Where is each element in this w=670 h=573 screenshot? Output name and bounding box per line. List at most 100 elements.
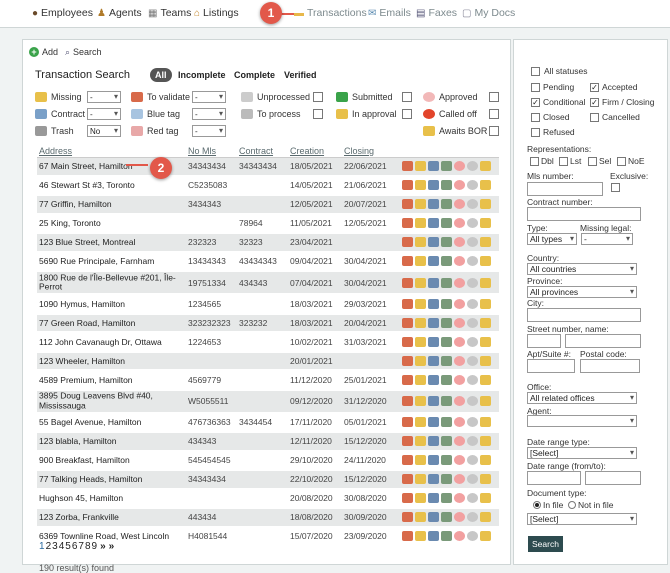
all-statuses-checkbox[interactable] (531, 67, 540, 76)
forward-icon[interactable] (428, 474, 439, 485)
table-row[interactable]: 112 John Cavanaugh Dr, Ottawa 1224653 10/0… (37, 334, 499, 351)
date-from-input[interactable] (527, 471, 581, 485)
nav-employees[interactable]: ● Employees (32, 7, 93, 19)
document-icon[interactable] (415, 374, 426, 385)
document-icon[interactable] (415, 396, 426, 406)
row-address[interactable]: 1090 Hymus, Hamilton (39, 299, 125, 309)
table-row[interactable]: 46 Stewart St #3, Toronto C5235083 14/05/2… (37, 177, 499, 194)
edit-icon[interactable] (480, 396, 491, 406)
date-type-select[interactable]: [Select] (527, 447, 637, 459)
edit-icon[interactable] (480, 474, 491, 485)
gift-icon[interactable] (402, 298, 413, 309)
representation-checkbox[interactable] (617, 157, 626, 166)
table-row[interactable]: 1090 Hymus, Hamilton 1234565 18/03/2021 29/… (37, 296, 499, 313)
trash-select[interactable]: No (87, 125, 121, 137)
print-icon[interactable] (441, 493, 452, 504)
status-icon[interactable] (454, 180, 465, 191)
edit-icon[interactable] (480, 298, 491, 309)
postal-input[interactable] (580, 359, 640, 373)
edit-icon[interactable] (480, 256, 491, 267)
approved-checkbox[interactable] (489, 92, 499, 102)
print-icon[interactable] (441, 531, 452, 542)
tag-icon[interactable] (467, 355, 478, 366)
row-address[interactable]: 4589 Premium, Hamilton (39, 375, 133, 385)
print-icon[interactable] (441, 317, 452, 328)
edit-icon[interactable] (480, 336, 491, 347)
print-icon[interactable] (441, 474, 452, 485)
document-icon[interactable] (415, 455, 426, 466)
status-icon[interactable] (454, 256, 465, 267)
gift-icon[interactable] (402, 218, 413, 229)
nav-emails[interactable]: ✉ Emails (368, 7, 411, 19)
status-checkbox[interactable] (531, 113, 540, 122)
tag-icon[interactable] (467, 436, 478, 447)
page-link[interactable]: 4 (59, 541, 65, 552)
edit-icon[interactable] (480, 199, 491, 210)
status-icon[interactable] (454, 336, 465, 347)
status-icon[interactable] (454, 455, 465, 466)
exclusive-checkbox[interactable] (611, 183, 620, 192)
representation-checkbox[interactable] (559, 157, 568, 166)
forward-icon[interactable] (428, 161, 439, 172)
tag-icon[interactable] (467, 417, 478, 428)
nav-agents[interactable]: ♟ Agents (97, 7, 142, 19)
page-link[interactable]: 6 (72, 541, 78, 552)
gift-icon[interactable] (402, 237, 413, 248)
col-closing[interactable]: Closing (344, 146, 374, 156)
edit-icon[interactable] (480, 493, 491, 504)
status-icon[interactable] (454, 199, 465, 210)
to-process-checkbox[interactable] (313, 109, 323, 119)
contract-select[interactable]: - (87, 108, 121, 120)
tag-icon[interactable] (467, 374, 478, 385)
edit-icon[interactable] (480, 436, 491, 447)
row-address[interactable]: 5690 Rue Principale, Farnham (39, 256, 154, 266)
edit-icon[interactable] (480, 455, 491, 466)
gift-icon[interactable] (402, 531, 413, 542)
edit-icon[interactable] (480, 161, 491, 172)
table-row[interactable]: 3895 Doug Leavens Blvd #40, Mississauga W… (37, 390, 499, 412)
tab-verified[interactable]: Verified (279, 68, 322, 82)
row-address[interactable]: 123 Wheeler, Hamilton (39, 356, 125, 366)
row-address[interactable]: 46 Stewart St #3, Toronto (39, 180, 135, 190)
search-link[interactable]: ⌕ Search (65, 45, 102, 59)
document-icon[interactable] (415, 336, 426, 347)
row-address[interactable]: 112 John Cavanaugh Dr, Ottawa (39, 337, 162, 347)
forward-icon[interactable] (428, 374, 439, 385)
row-address[interactable]: 123 Zorba, Frankville (39, 512, 119, 522)
forward-icon[interactable] (428, 455, 439, 466)
row-address[interactable]: 55 Bagel Avenue, Hamilton (39, 417, 141, 427)
agent-select[interactable] (527, 415, 637, 427)
edit-icon[interactable] (480, 374, 491, 385)
row-address[interactable]: 67 Main Street, Hamilton (39, 161, 133, 171)
red-tag-select[interactable]: - (192, 125, 226, 137)
tag-icon[interactable] (467, 199, 478, 210)
gift-icon[interactable] (402, 161, 413, 172)
document-icon[interactable] (415, 199, 426, 210)
print-icon[interactable] (441, 512, 452, 523)
page-next-link[interactable]: » (100, 541, 106, 552)
status-icon[interactable] (454, 277, 465, 288)
forward-icon[interactable] (428, 237, 439, 248)
print-icon[interactable] (441, 355, 452, 366)
row-address[interactable]: 25 King, Toronto (39, 218, 101, 228)
status-icon[interactable] (454, 317, 465, 328)
forward-icon[interactable] (428, 493, 439, 504)
edit-icon[interactable] (480, 218, 491, 229)
gift-icon[interactable] (402, 455, 413, 466)
print-icon[interactable] (441, 237, 452, 248)
status-icon[interactable] (454, 436, 465, 447)
tag-icon[interactable] (467, 180, 478, 191)
page-link[interactable]: 2 (46, 541, 52, 552)
forward-icon[interactable] (428, 512, 439, 523)
nav-faxes[interactable]: ▤ Faxes (416, 7, 457, 19)
doc-type-select[interactable]: [Select] (527, 513, 637, 525)
document-icon[interactable] (415, 256, 426, 267)
table-row[interactable]: 67 Main Street, Hamilton 34343434 34343434… (37, 158, 499, 175)
street-name-input[interactable] (565, 334, 641, 348)
table-row[interactable]: 55 Bagel Avenue, Hamilton 476736363 343445… (37, 414, 499, 431)
print-icon[interactable] (441, 256, 452, 267)
gift-icon[interactable] (402, 474, 413, 485)
forward-icon[interactable] (428, 277, 439, 288)
gift-icon[interactable] (402, 336, 413, 347)
document-icon[interactable] (415, 317, 426, 328)
